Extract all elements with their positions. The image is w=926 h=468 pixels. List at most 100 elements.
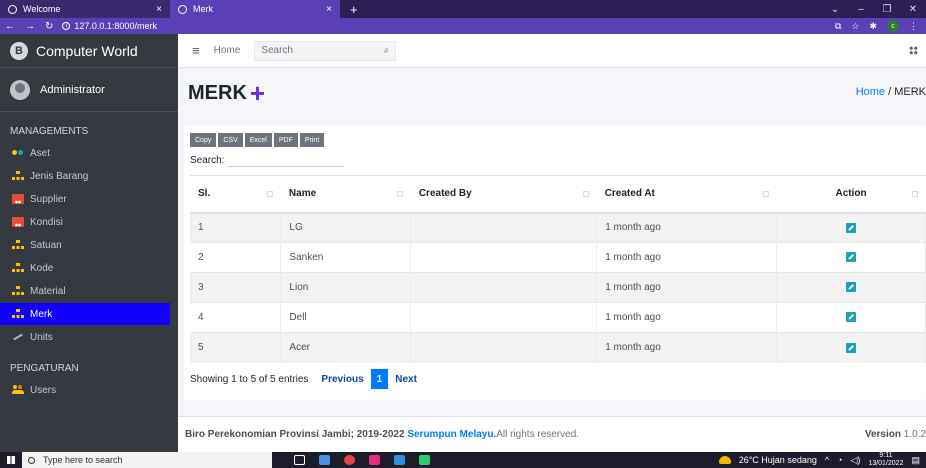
copy-button[interactable]: Copy [190, 133, 217, 147]
csv-button[interactable]: CSV [218, 133, 243, 147]
sidebar-item-users[interactable]: Users [0, 379, 178, 401]
cell-name: Sanken [280, 242, 412, 273]
taskbar-search-input[interactable]: Type here to search [22, 452, 272, 468]
clock[interactable]: 9:11 13/01/2022 [868, 452, 903, 468]
avatar [10, 79, 30, 100]
cell-sl: 3 [190, 272, 282, 303]
pdf-button[interactable]: PDF [273, 133, 298, 147]
table-row: 4 Dell 1 month ago [190, 302, 926, 333]
clock-date: 13/01/2022 [868, 460, 904, 467]
table-search-input[interactable] [228, 153, 345, 167]
edit-icon[interactable] [846, 252, 857, 263]
print-button[interactable]: Print [299, 133, 325, 147]
edit-icon[interactable] [846, 222, 857, 233]
windows-start-button[interactable] [0, 452, 22, 468]
chevron-down-icon[interactable]: ⌄ [822, 0, 848, 18]
cell-created-by [410, 212, 598, 243]
app-icon[interactable] [369, 455, 380, 465]
tab-close-button[interactable]: × [326, 4, 332, 15]
sidebar-item-aset[interactable]: Aset [0, 142, 178, 164]
add-merk-button[interactable]: + [250, 80, 265, 106]
page-footer: Biro Perekonomian Provinsi Jambi; 2019-2… [178, 416, 926, 452]
share-icon[interactable]: ⧉ [835, 21, 841, 32]
new-tab-button[interactable]: + [340, 0, 368, 18]
sort-icon [396, 191, 403, 197]
tab-close-button[interactable]: × [156, 4, 162, 15]
page-title: MERK + [188, 80, 265, 106]
search-icon[interactable]: ⌕ [384, 45, 390, 56]
sidebar-item-merk[interactable]: Merk [0, 303, 170, 325]
minimize-button[interactable]: – [848, 0, 874, 18]
breadcrumb-separator: / [885, 86, 895, 98]
section-header-managements: MANAGEMENTS [10, 126, 89, 137]
table-search-label: Search: [190, 154, 225, 166]
browser-tab-welcome[interactable]: Welcome × [0, 0, 170, 18]
url-field[interactable]: i 127.0.0.1:8000/merk [62, 21, 157, 31]
browser-tab-bar: Welcome × Merk × + ⌄ – ❐ ✕ [0, 0, 926, 18]
notification-icon[interactable]: ▤ [911, 455, 920, 466]
close-window-button[interactable]: ✕ [900, 0, 926, 18]
sidebar-item-satuan[interactable]: Satuan [0, 234, 178, 256]
browser-tab-merk[interactable]: Merk × [170, 0, 340, 18]
edit-icon[interactable] [846, 342, 857, 353]
vscode-icon[interactable] [394, 455, 405, 465]
cell-created-by [410, 302, 598, 333]
tab-label: Welcome [23, 4, 61, 14]
sidebar-item-kode[interactable]: Kode [0, 257, 178, 279]
export-buttons: Copy CSV Excel PDF Print [190, 133, 325, 147]
page-1-button[interactable]: 1 [370, 369, 389, 389]
cell-name: Lion [280, 272, 412, 303]
star-icon[interactable]: ☆ [851, 21, 859, 32]
sidebar-item-units[interactable]: Units [0, 326, 178, 348]
sidebar-item-kondisi[interactable]: Kondisi [0, 211, 178, 233]
brand-link[interactable]: B Computer World [0, 34, 178, 68]
reload-icon[interactable]: ↻ [40, 21, 58, 32]
back-arrow-icon[interactable]: ← [0, 21, 20, 32]
profile-avatar[interactable]: c [887, 20, 899, 32]
footer-copyright: Biro Perekonomian Provinsi Jambi; 2019-2… [185, 429, 405, 440]
breadcrumb-home-link[interactable]: Home [856, 86, 885, 98]
cell-created-at: 1 month ago [596, 332, 778, 363]
chrome-icon[interactable] [344, 455, 355, 465]
column-header-label: Created By [418, 188, 472, 200]
extensions-icon[interactable]: ✱ [869, 21, 877, 32]
footer-link[interactable]: Serumpun Melayu. [407, 429, 496, 440]
menu-dots-icon[interactable]: ⋮ [909, 21, 918, 32]
network-icon[interactable]: ◔ [837, 455, 842, 465]
excel-button[interactable]: Excel [244, 133, 272, 147]
edit-icon[interactable] [846, 312, 857, 323]
apps-grid-icon[interactable] [909, 46, 918, 55]
nav-home-link[interactable]: Home [214, 45, 241, 56]
task-view-icon[interactable] [294, 455, 305, 465]
sidebar-item-label: Satuan [30, 239, 62, 251]
weather-text[interactable]: 26°C Hujan sedang [739, 455, 817, 465]
user-panel[interactable]: Administrator [0, 68, 178, 112]
column-header-sl[interactable]: Sl. [190, 175, 281, 214]
sidebar-item-supplier[interactable]: Supplier [0, 188, 178, 210]
sidebar-item-jenis-barang[interactable]: Jenis Barang [0, 165, 178, 187]
forward-arrow-icon[interactable]: → [20, 21, 40, 32]
cell-created-at: 1 month ago [596, 302, 778, 333]
sidebar-item-label: Users [30, 384, 57, 396]
sitemap-icon [12, 309, 24, 319]
column-header-name[interactable]: Name [280, 175, 411, 214]
cell-action [776, 332, 926, 363]
browser-actions: ⧉ ☆ ✱ c ⋮ [835, 20, 926, 32]
sidebar-item-material[interactable]: Material [0, 280, 178, 302]
column-header-action[interactable]: Action [776, 175, 926, 214]
previous-page-button[interactable]: Previous [314, 369, 370, 389]
maximize-button[interactable]: ❐ [874, 0, 900, 18]
tray-chevron-icon[interactable]: ^ [825, 455, 829, 465]
file-explorer-icon[interactable] [319, 455, 330, 465]
brand-logo-icon: B [10, 41, 28, 60]
volume-icon[interactable]: ◁) [851, 455, 861, 466]
navbar-search-input[interactable]: Search ⌕ [254, 40, 397, 61]
hamburger-menu-icon[interactable]: ≡ [192, 43, 200, 58]
edit-icon[interactable] [846, 282, 857, 293]
column-header-created-by[interactable]: Created By [410, 175, 597, 214]
truck-icon [12, 194, 24, 204]
sidebar-item-label: Kondisi [30, 216, 63, 228]
git-icon[interactable] [419, 455, 430, 465]
column-header-created-at[interactable]: Created At [596, 175, 777, 214]
next-page-button[interactable]: Next [388, 369, 424, 389]
